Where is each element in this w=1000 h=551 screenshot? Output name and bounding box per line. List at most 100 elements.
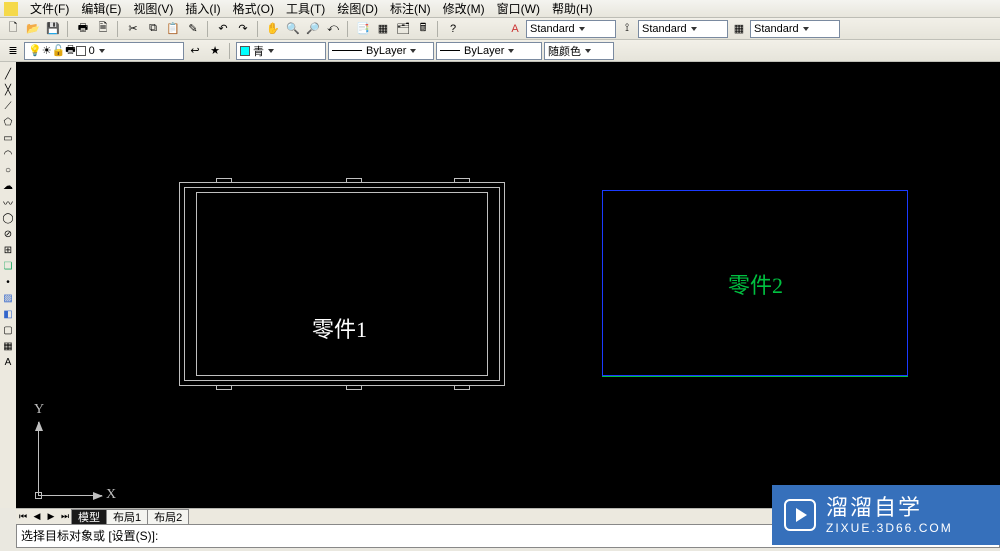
menu-tools[interactable]: 工具(T) [280,0,331,17]
copy-icon[interactable]: ⧉ [144,20,162,38]
region-icon[interactable]: ▢ [1,323,15,338]
tab-model[interactable]: 模型 [71,509,107,524]
tool-palettes-icon[interactable]: 🗂 [394,20,412,38]
part1-tab [454,178,470,183]
layer-manager-icon[interactable]: ≣ [4,42,22,60]
circle-icon[interactable]: ○ [1,163,15,178]
color-value: 青 [253,43,264,59]
ellipsearc-icon[interactable]: ⊘ [1,227,15,242]
part1-label[interactable]: 零件1 [312,312,367,344]
lineweight-preview [440,50,460,51]
makeblock-icon[interactable]: ❏ [1,259,15,274]
linetype-combo[interactable]: ByLayer [328,42,434,60]
tablestyle-icon[interactable]: ▦ [730,20,748,38]
open-icon[interactable]: 📂 [24,20,42,38]
point-icon[interactable]: • [1,275,15,290]
menu-insert[interactable]: 插入(I) [179,0,226,17]
tablestyle-value: Standard [754,23,799,35]
plotstyle-value: 随颜色 [548,43,581,59]
menu-draw[interactable]: 绘图(D) [331,0,384,17]
textstyle-value: Standard [530,23,575,35]
mtext-icon[interactable]: A [1,355,15,370]
menu-edit[interactable]: 编辑(E) [75,0,127,17]
zoom-window-icon[interactable]: 🔎 [304,20,322,38]
y-label: Y [34,402,44,418]
save-icon[interactable]: 💾 [44,20,62,38]
draw-palette: ╱ ╳ ⟋ ⬠ ▭ ◠ ○ ☁ 〰 ◯ ⊘ ⊞ ❏ • ▨ ◧ ▢ ▦ A [0,62,16,508]
tab-layout2[interactable]: 布局2 [147,509,189,524]
textstyle-icon[interactable]: A [506,20,524,38]
caret-icon [99,49,105,53]
table-icon[interactable]: ▦ [1,339,15,354]
ucs-icon: Y X [18,412,108,502]
watermark-text: 溜溜自学 ZIXUE.3D66.COM [826,495,953,536]
layer-combo[interactable]: 💡 ☀ 🔓 🖶 0 [24,42,184,60]
part1-inner-rect[interactable] [196,192,488,376]
separator [437,21,439,37]
zoom-prev-icon[interactable]: ⤺ [324,20,342,38]
tab-prev-icon[interactable]: ◀ [30,510,44,524]
part2-baseline[interactable] [602,376,908,377]
revcloud-icon[interactable]: ☁ [1,179,15,194]
calculator-icon[interactable]: 🖩 [414,20,432,38]
plotstyle-combo[interactable]: 随颜色 [544,42,614,60]
spline-icon[interactable]: 〰 [1,195,15,210]
cut-icon[interactable]: ✂ [124,20,142,38]
tab-layout1[interactable]: 布局1 [106,509,148,524]
watermark: 溜溜自学 ZIXUE.3D66.COM [772,485,1000,545]
menu-window[interactable]: 窗口(W) [491,0,546,17]
rectangle-icon[interactable]: ▭ [1,131,15,146]
insertblock-icon[interactable]: ⊞ [1,243,15,258]
undo-icon[interactable]: ↶ [214,20,232,38]
xline-icon[interactable]: ╳ [1,83,15,98]
menu-bar: 文件(F) 编辑(E) 视图(V) 插入(I) 格式(O) 工具(T) 绘图(D… [0,0,1000,18]
menu-format[interactable]: 格式(O) [227,0,280,17]
print-preview-icon[interactable]: 🗎 [94,20,112,38]
paste-icon[interactable]: 📋 [164,20,182,38]
tablestyle-combo[interactable]: Standard [750,20,840,38]
caret-icon [803,27,809,31]
plot-icon: 🖶 [65,41,75,60]
layer-value: 0 [89,45,95,57]
line-icon[interactable]: ╱ [1,67,15,82]
layer-state-icon[interactable]: ★ [206,42,224,60]
origin-icon [35,492,42,499]
arc-icon[interactable]: ◠ [1,147,15,162]
dimstyle-icon[interactable]: ⟟ [618,20,636,38]
hatch-icon[interactable]: ▨ [1,291,15,306]
menu-file[interactable]: 文件(F) [24,0,75,17]
menu-modify[interactable]: 修改(M) [437,0,491,17]
polyline-icon[interactable]: ⟋ [1,99,15,114]
new-icon[interactable]: 🗋 [4,20,22,38]
ellipse-icon[interactable]: ◯ [1,211,15,226]
tab-first-icon[interactable]: ⏮ [16,510,30,524]
lineweight-combo[interactable]: ByLayer [436,42,542,60]
lightbulb-icon: 💡 [28,44,42,57]
menu-dim[interactable]: 标注(N) [384,0,437,17]
design-center-icon[interactable]: ▦ [374,20,392,38]
dimstyle-combo[interactable]: Standard [638,20,728,38]
print-icon[interactable]: 🖶 [74,20,92,38]
redo-icon[interactable]: ↷ [234,20,252,38]
part2-label[interactable]: 零件2 [728,268,783,300]
tab-last-icon[interactable]: ⏭ [58,510,72,524]
separator [67,21,69,37]
color-swatch [240,46,250,56]
layer-prev-icon[interactable]: ↩ [186,42,204,60]
properties-icon[interactable]: 📑 [354,20,372,38]
menu-help[interactable]: 帮助(H) [546,0,599,17]
pan-icon[interactable]: ✋ [264,20,282,38]
color-combo[interactable]: 青 [236,42,326,60]
polygon-icon[interactable]: ⬠ [1,115,15,130]
model-space[interactable]: 零件1 零件2 Y X [16,62,1000,508]
part1-tab [216,385,232,390]
textstyle-combo[interactable]: Standard [526,20,616,38]
help-icon[interactable]: ? [444,20,462,38]
lineweight-value: ByLayer [464,45,504,57]
tab-next-icon[interactable]: ▶ [44,510,58,524]
match-icon[interactable]: ✎ [184,20,202,38]
menu-view[interactable]: 视图(V) [127,0,179,17]
gradient-icon[interactable]: ◧ [1,307,15,322]
zoom-realtime-icon[interactable]: 🔍 [284,20,302,38]
watermark-title: 溜溜自学 [826,495,953,521]
